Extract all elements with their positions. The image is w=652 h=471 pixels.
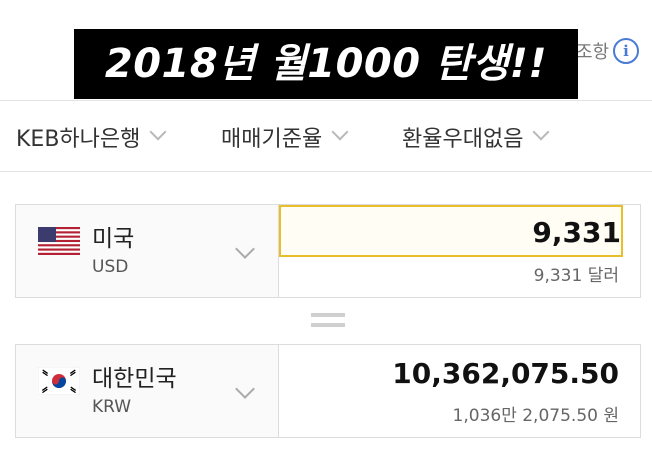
filter-bar: KEB하나은행 매매기준율 환율우대없음 [0, 101, 652, 171]
preference-label: 환율우대없음 [402, 127, 524, 152]
chevron-down-icon [235, 379, 255, 399]
caption-banner: 2018년 월1000 탄생!! [74, 29, 578, 99]
top-bar: 조항 i 2018년 월1000 탄생!! [0, 0, 652, 100]
to-currency-panel: 대한민국 KRW 10,362,075.50 1,036만 2,075.50 원 [15, 344, 641, 438]
us-flag-icon [38, 227, 80, 255]
rate-type-select[interactable]: 매매기준율 [221, 121, 349, 153]
to-amount-area: 10,362,075.50 1,036만 2,075.50 원 [279, 345, 639, 437]
from-amount-value: 9,331 [532, 216, 621, 249]
info-icon[interactable]: i [613, 38, 639, 64]
preference-select[interactable]: 환율우대없음 [402, 121, 550, 153]
rate-type-label: 매매기준율 [221, 127, 323, 152]
to-amount-value: 10,362,075.50 [392, 357, 619, 390]
from-amount-area: 9,331 9,331 달러 [279, 205, 639, 297]
to-amount-words: 1,036만 2,075.50 원 [452, 406, 619, 426]
chevron-down-icon [532, 123, 550, 141]
to-currency-code: KRW [92, 397, 132, 417]
to-currency-select[interactable]: 대한민국 KRW [16, 345, 279, 437]
to-country-name: 대한민국 [92, 366, 177, 392]
from-currency-select[interactable]: 미국 USD [16, 205, 279, 297]
kr-flag-icon [38, 367, 80, 395]
bank-select-label: KEB하나은행 [16, 127, 141, 152]
from-amount-input[interactable]: 9,331 [279, 205, 623, 257]
equals-icon [311, 313, 345, 327]
chevron-down-icon [235, 239, 255, 259]
notice-link[interactable]: 조항 [576, 38, 609, 64]
from-country-name: 미국 [92, 226, 135, 252]
chevron-down-icon [149, 123, 167, 141]
divider [0, 171, 652, 172]
bank-select[interactable]: KEB하나은행 [16, 121, 167, 153]
from-currency-code: USD [92, 257, 129, 277]
chevron-down-icon [331, 123, 349, 141]
from-currency-panel: 미국 USD 9,331 9,331 달러 [15, 204, 641, 298]
from-amount-words: 9,331 달러 [533, 266, 619, 286]
